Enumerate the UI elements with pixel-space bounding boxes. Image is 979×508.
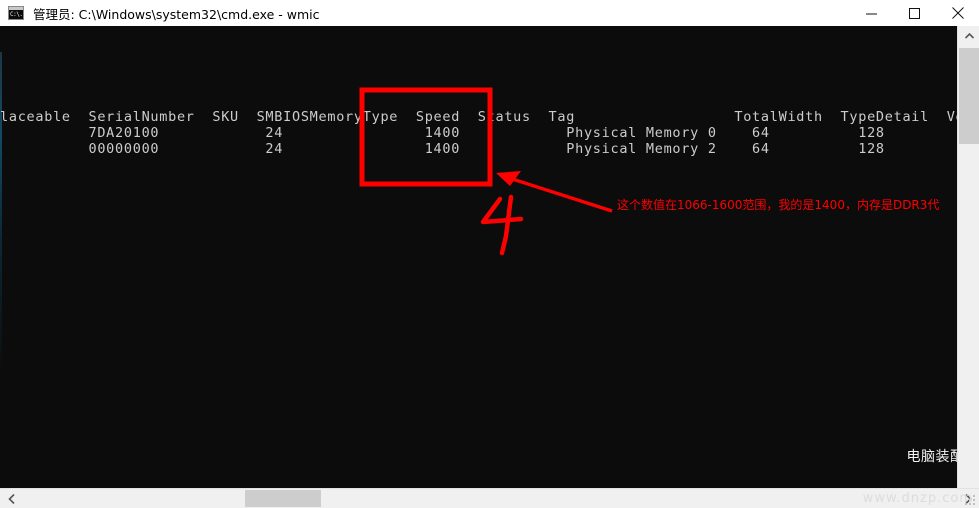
scroll-up-button[interactable] <box>958 26 979 46</box>
watermark-secondary: www.dnzp.com <box>862 491 973 506</box>
chevron-left-icon <box>7 493 15 504</box>
console-output-area[interactable]: laceable SerialNumber SKU SMBIOSMemoryTy… <box>0 26 979 488</box>
close-icon <box>951 7 964 19</box>
cmd-window: 管理员: C:\Windows\system32\cmd.exe - wmic <box>0 0 979 508</box>
title-bar[interactable]: 管理员: C:\Windows\system32\cmd.exe - wmic <box>0 0 979 27</box>
scroll-left-button[interactable] <box>0 489 22 508</box>
chevron-up-icon <box>964 33 974 39</box>
minimize-icon <box>866 13 877 14</box>
maximize-button[interactable] <box>893 0 936 26</box>
console-header-row: laceable SerialNumber SKU SMBIOSMemoryTy… <box>0 109 979 125</box>
horizontal-scrollbar[interactable]: www.dnzp.com <box>0 488 979 508</box>
minimize-button[interactable] <box>850 0 893 26</box>
window-controls <box>850 0 979 26</box>
vertical-scrollbar[interactable] <box>957 26 979 488</box>
horizontal-scroll-thumb[interactable] <box>245 490 321 507</box>
annotation-note-text: 这个数值在1066-1600范围，我的是1400，内存是DDR3代 <box>617 198 940 212</box>
console-data-row-2: 00000000 24 1400 Physical Memory 2 64 12… <box>0 141 885 157</box>
window-title: 管理员: C:\Windows\system32\cmd.exe - wmic <box>33 6 320 22</box>
console-data-row-1: 7DA20100 24 1400 Physical Memory 0 64 12… <box>0 125 885 141</box>
vertical-scroll-thumb[interactable] <box>959 48 979 144</box>
close-button[interactable] <box>936 0 979 26</box>
cmd-console-icon <box>8 6 24 20</box>
maximize-icon <box>909 7 920 19</box>
